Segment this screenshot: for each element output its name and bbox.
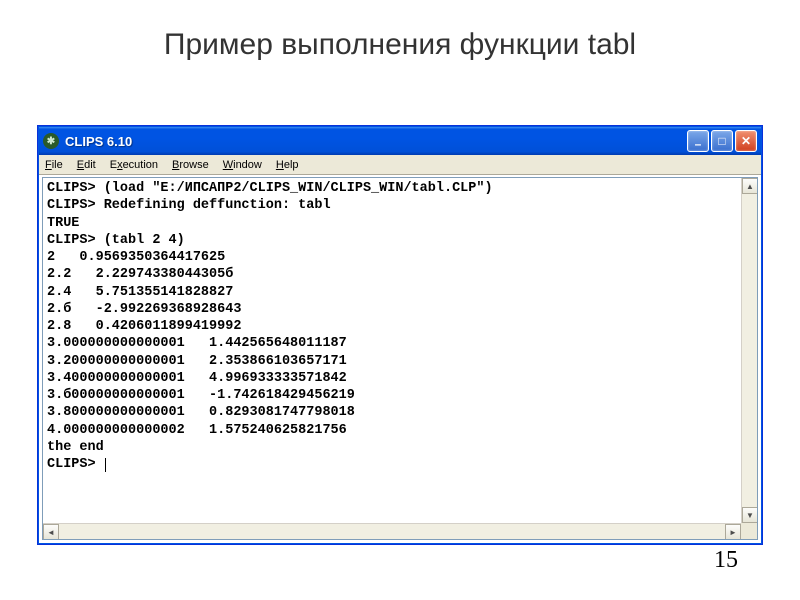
maximize-button[interactable]: □ bbox=[711, 130, 733, 152]
menu-help[interactable]: Help bbox=[276, 159, 299, 171]
scroll-down-button[interactable]: ▼ bbox=[742, 507, 758, 523]
console-line: 3.800000000000001 0.8293081747798018 bbox=[47, 405, 355, 420]
console-line: 3.400000000000001 4.996933333571842 bbox=[47, 371, 347, 386]
slide-title: Пример выполнения функции tabl bbox=[0, 0, 800, 62]
window-title: CLIPS 6.10 bbox=[65, 134, 687, 149]
menu-file[interactable]: File bbox=[45, 159, 63, 171]
console-line: 4.000000000000002 1.575240625821756 bbox=[47, 423, 347, 438]
console-output[interactable]: CLIPS> (load "E:/ИПСАПР2/CLIPS_WIN/CLIPS… bbox=[43, 178, 741, 523]
console-area: CLIPS> (load "E:/ИПСАПР2/CLIPS_WIN/CLIPS… bbox=[42, 177, 758, 540]
menu-edit[interactable]: Edit bbox=[77, 159, 96, 171]
text-cursor bbox=[105, 458, 106, 472]
minimize-button[interactable]: – bbox=[687, 130, 709, 152]
console-line: 3.200000000000001 2.353866103657171 bbox=[47, 354, 347, 369]
vertical-scrollbar[interactable]: ▲ ▼ bbox=[741, 178, 757, 523]
menu-window[interactable]: Window bbox=[223, 159, 262, 171]
scroll-up-button[interactable]: ▲ bbox=[742, 178, 758, 194]
scroll-corner bbox=[741, 523, 757, 539]
console-line: 2.б -2.992269368928643 bbox=[47, 302, 241, 317]
menubar: File Edit Execution Browse Window Help bbox=[39, 155, 761, 175]
console-line: CLIPS> Redefining deffunction: tabl bbox=[47, 198, 331, 213]
console-line: 2.8 0.4206011899419992 bbox=[47, 319, 241, 334]
window-buttons: – □ ✕ bbox=[687, 130, 757, 152]
page-number: 15 bbox=[714, 547, 738, 574]
console-line: 2.2 2.22974338044305б bbox=[47, 267, 233, 282]
close-button[interactable]: ✕ bbox=[735, 130, 757, 152]
app-icon: ✱ bbox=[43, 133, 59, 149]
menu-browse[interactable]: Browse bbox=[172, 159, 209, 171]
console-line: CLIPS> (load "E:/ИПСАПР2/CLIPS_WIN/CLIPS… bbox=[47, 181, 493, 196]
console-line: TRUE bbox=[47, 216, 79, 231]
console-line: 3.000000000000001 1.442565648011187 bbox=[47, 336, 347, 351]
console-line: CLIPS> (tabl 2 4) bbox=[47, 233, 185, 248]
titlebar[interactable]: ✱ CLIPS 6.10 – □ ✕ bbox=[39, 127, 761, 155]
scroll-right-button[interactable]: ► bbox=[725, 524, 741, 540]
console-prompt: CLIPS> bbox=[47, 457, 104, 472]
console-line: 2.4 5.751355141828827 bbox=[47, 285, 233, 300]
console-line: 2 0.9569350364417625 bbox=[47, 250, 225, 265]
console-line: 3.б00000000000001 -1.742618429456219 bbox=[47, 388, 355, 403]
console-line: the end bbox=[47, 440, 104, 455]
menu-execution[interactable]: Execution bbox=[110, 159, 158, 171]
app-window: ✱ CLIPS 6.10 – □ ✕ File Edit Execution B… bbox=[38, 126, 762, 544]
horizontal-scrollbar[interactable]: ◄ ► bbox=[43, 523, 741, 539]
scroll-left-button[interactable]: ◄ bbox=[43, 524, 59, 540]
